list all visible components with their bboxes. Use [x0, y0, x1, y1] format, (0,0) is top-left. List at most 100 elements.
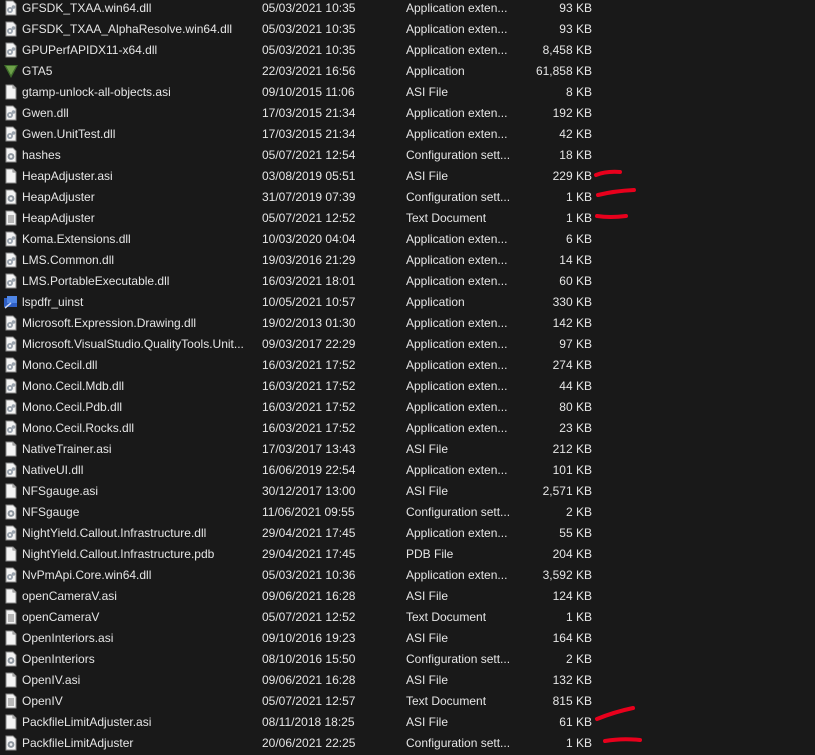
text-file-icon — [3, 693, 19, 709]
file-row[interactable]: NativeTrainer.asi 17/03/2017 13:43 ASI Fil… — [0, 439, 815, 460]
file-row[interactable]: NvPmApi.Core.win64.dll 05/03/2021 10:36 Ap… — [0, 565, 815, 586]
file-size: 61,858 KB — [535, 64, 592, 78]
file-row[interactable]: lspdfr_uinst 10/05/2021 10:57 Application 3… — [0, 292, 815, 313]
file-type: Application exten... — [406, 463, 508, 477]
dll-file-icon — [3, 21, 19, 37]
file-type: Application exten... — [406, 421, 508, 435]
dll-file-icon — [3, 357, 19, 373]
file-name: LMS.PortableExecutable.dll — [22, 274, 170, 288]
file-row[interactable]: PackfileLimitAdjuster.asi 08/11/2018 18:2… — [0, 712, 815, 733]
file-date-modified: 17/03/2017 13:43 — [262, 442, 356, 456]
file-row[interactable]: Koma.Extensions.dll 10/03/2020 04:04 Appli… — [0, 229, 815, 250]
dll-file-icon — [3, 378, 19, 394]
file-row[interactable]: OpenInteriors 08/10/2016 15:50 Configurati… — [0, 649, 815, 670]
file-row[interactable]: GFSDK_TXAA_AlphaResolve.win64.dll 05/03/2… — [0, 19, 815, 40]
dll-file-icon — [3, 462, 19, 478]
file-row[interactable]: GFSDK_TXAA.win64.dll 05/03/2021 10:35 Appl… — [0, 0, 815, 19]
file-row[interactable]: HeapAdjuster.asi 03/08/2019 05:51 ASI File… — [0, 166, 815, 187]
file-name: GTA5 — [22, 64, 53, 78]
file-type: Application exten... — [406, 379, 508, 393]
file-type: ASI File — [406, 169, 449, 183]
file-type: Application exten... — [406, 43, 508, 57]
file-row[interactable]: Gwen.UnitTest.dll 17/03/2015 21:34 Applica… — [0, 124, 815, 145]
file-name: openCameraV.asi — [22, 589, 117, 603]
file-name: NativeUI.dll — [22, 463, 84, 477]
file-type: ASI File — [406, 85, 449, 99]
file-name: openCameraV — [22, 610, 100, 624]
file-type: Application exten... — [406, 568, 508, 582]
blank-file-icon — [3, 630, 19, 646]
file-row[interactable]: Mono.Cecil.Mdb.dll 16/03/2021 17:52 Applic… — [0, 376, 815, 397]
file-size: 44 KB — [559, 379, 592, 393]
file-date-modified: 16/03/2021 17:52 — [262, 400, 356, 414]
file-row[interactable]: hashes 05/07/2021 12:54 Configuration sett… — [0, 145, 815, 166]
file-row[interactable]: HeapAdjuster 05/07/2021 12:52 Text Documen… — [0, 208, 815, 229]
dll-file-icon — [3, 399, 19, 415]
file-row[interactable]: NativeUI.dll 16/06/2019 22:54 Application … — [0, 460, 815, 481]
file-size: 18 KB — [559, 148, 592, 162]
file-name: lspdfr_uinst — [22, 295, 84, 309]
file-row[interactable]: OpenIV 05/07/2021 12:57 Text Document 815 K… — [0, 691, 815, 712]
file-name: PackfileLimitAdjuster.asi — [22, 715, 152, 729]
file-row[interactable]: OpenIV.asi 09/06/2021 16:28 ASI File 132 KB — [0, 670, 815, 691]
file-name: OpenInteriors.asi — [22, 631, 114, 645]
file-type: Application exten... — [406, 316, 508, 330]
file-name: NFSgauge.asi — [22, 484, 99, 498]
file-size: 124 KB — [552, 589, 592, 603]
file-row[interactable]: openCameraV.asi 09/06/2021 16:28 ASI File 1… — [0, 586, 815, 607]
file-date-modified: 05/03/2021 10:35 — [262, 22, 356, 36]
file-row[interactable]: LMS.Common.dll 19/03/2016 21:29 Applicatio… — [0, 250, 815, 271]
file-size: 229 KB — [552, 169, 592, 183]
file-type: ASI File — [406, 484, 449, 498]
file-date-modified: 05/03/2021 10:35 — [262, 1, 356, 15]
file-name: PackfileLimitAdjuster — [22, 736, 134, 750]
file-row[interactable]: PackfileLimitAdjuster 20/06/2021 22:25 Con… — [0, 733, 815, 754]
dll-file-icon — [3, 420, 19, 436]
file-row[interactable]: openCameraV 05/07/2021 12:52 Text Document… — [0, 607, 815, 628]
file-row[interactable]: NFSgauge.asi 30/12/2017 13:00 ASI File 2,57… — [0, 481, 815, 502]
file-row[interactable]: OpenInteriors.asi 09/10/2016 19:23 ASI Fil… — [0, 628, 815, 649]
file-type: ASI File — [406, 442, 449, 456]
file-date-modified: 09/10/2016 19:23 — [262, 631, 356, 645]
file-size: 42 KB — [559, 127, 592, 141]
file-size: 274 KB — [552, 358, 592, 372]
file-row[interactable]: Mono.Cecil.dll 16/03/2021 17:52 Applicatio… — [0, 355, 815, 376]
file-row[interactable]: Microsoft.Expression.Drawing.dll 19/02/20… — [0, 313, 815, 334]
dll-file-icon — [3, 336, 19, 352]
file-date-modified: 16/03/2021 17:52 — [262, 421, 356, 435]
file-size: 2,571 KB — [542, 484, 592, 498]
file-row[interactable]: Microsoft.VisualStudio.QualityTools.Unit… — [0, 334, 815, 355]
blank-file-icon — [3, 441, 19, 457]
file-size: 1 KB — [565, 736, 592, 750]
file-row[interactable]: LMS.PortableExecutable.dll 16/03/2021 18:… — [0, 271, 815, 292]
blank-file-icon — [3, 168, 19, 184]
file-size: 93 KB — [559, 1, 592, 15]
file-row[interactable]: Mono.Cecil.Pdb.dll 16/03/2021 17:52 Applic… — [0, 397, 815, 418]
file-row[interactable]: gtamp-unlock-all-objects.asi 09/10/2015 1… — [0, 82, 815, 103]
file-type: Application exten... — [406, 232, 508, 246]
config-file-icon — [3, 189, 19, 205]
dll-file-icon — [3, 567, 19, 583]
file-type: Application exten... — [406, 106, 508, 120]
file-row[interactable]: Gwen.dll 17/03/2015 21:34 Application exte… — [0, 103, 815, 124]
file-name: gtamp-unlock-all-objects.asi — [22, 85, 171, 99]
file-name: NightYield.Callout.Infrastructure.dll — [22, 526, 207, 540]
file-row[interactable]: NightYield.Callout.Infrastructure.dll 29/… — [0, 523, 815, 544]
dll-file-icon — [3, 315, 19, 331]
file-date-modified: 08/10/2016 15:50 — [262, 652, 356, 666]
file-date-modified: 05/07/2021 12:52 — [262, 211, 356, 225]
file-name: Gwen.dll — [22, 106, 69, 120]
file-row[interactable]: NFSgauge 11/06/2021 09:55 Configuration se… — [0, 502, 815, 523]
file-size: 164 KB — [552, 631, 592, 645]
file-row[interactable]: NightYield.Callout.Infrastructure.pdb 29/… — [0, 544, 815, 565]
file-date-modified: 31/07/2019 07:39 — [262, 190, 356, 204]
file-date-modified: 29/04/2021 17:45 — [262, 526, 356, 540]
file-row[interactable]: HeapAdjuster 31/07/2019 07:39 Configuratio… — [0, 187, 815, 208]
file-row[interactable]: GPUPerfAPIDX11-x64.dll 05/03/2021 10:35 Ap… — [0, 40, 815, 61]
file-row[interactable]: GTA5 22/03/2021 16:56 Application 61,858 KB — [0, 61, 815, 82]
dll-file-icon — [3, 273, 19, 289]
file-date-modified: 03/08/2019 05:51 — [262, 169, 356, 183]
file-date-modified: 16/03/2021 17:52 — [262, 379, 356, 393]
file-row[interactable]: Mono.Cecil.Rocks.dll 16/03/2021 17:52 Appl… — [0, 418, 815, 439]
file-type: Configuration sett... — [406, 652, 511, 666]
